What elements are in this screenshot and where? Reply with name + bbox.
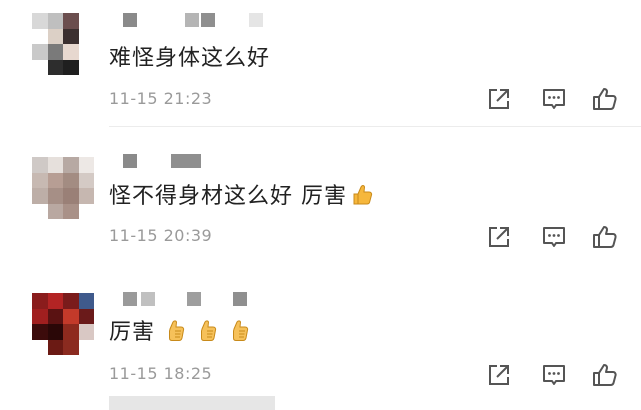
thumbs-up-emoji [233, 320, 249, 341]
comment-actions [486, 224, 626, 250]
comment-text: 难怪身体这么好 [109, 40, 270, 72]
share-icon[interactable] [486, 86, 512, 112]
share-icon[interactable] [486, 224, 512, 250]
comment-text-content: 怪不得身材这么好 厉害 [109, 184, 347, 209]
comment-actions [486, 362, 626, 388]
comment-icon[interactable] [541, 362, 567, 388]
comment-text: 怪不得身材这么好 厉害 [109, 178, 373, 210]
comment-item: 厉害 11-15 18:25 [0, 268, 641, 401]
thumbs-up-icon[interactable] [592, 362, 618, 388]
thumbs-up-icon[interactable] [592, 86, 618, 112]
comment-icon[interactable] [541, 224, 567, 250]
comment-text-content: 厉害 [109, 320, 156, 345]
comment-timestamp: 11-15 18:25 [109, 364, 213, 383]
comment-item: 怪不得身材这么好 厉害 11-15 20:39 [0, 134, 641, 410]
comment-text: 厉害 [109, 314, 251, 346]
thumbs-up-emoji [169, 320, 185, 341]
thumbs-up-emoji [201, 320, 217, 341]
divider [109, 126, 641, 127]
thumbs-up-icon[interactable] [592, 224, 618, 250]
avatar[interactable] [32, 293, 94, 355]
comment-text-content: 难怪身体这么好 [109, 46, 271, 71]
comment-timestamp: 11-15 21:23 [109, 89, 213, 108]
avatar[interactable] [32, 157, 94, 219]
comment-actions [486, 86, 626, 112]
comment-timestamp: 11-15 20:39 [109, 226, 213, 245]
comment-item: 难怪身体这么好 11-15 21:23 [0, 0, 641, 133]
comment-icon[interactable] [541, 86, 567, 112]
thumbs-up-emoji [353, 185, 373, 205]
share-icon[interactable] [486, 362, 512, 388]
avatar[interactable] [32, 13, 94, 75]
